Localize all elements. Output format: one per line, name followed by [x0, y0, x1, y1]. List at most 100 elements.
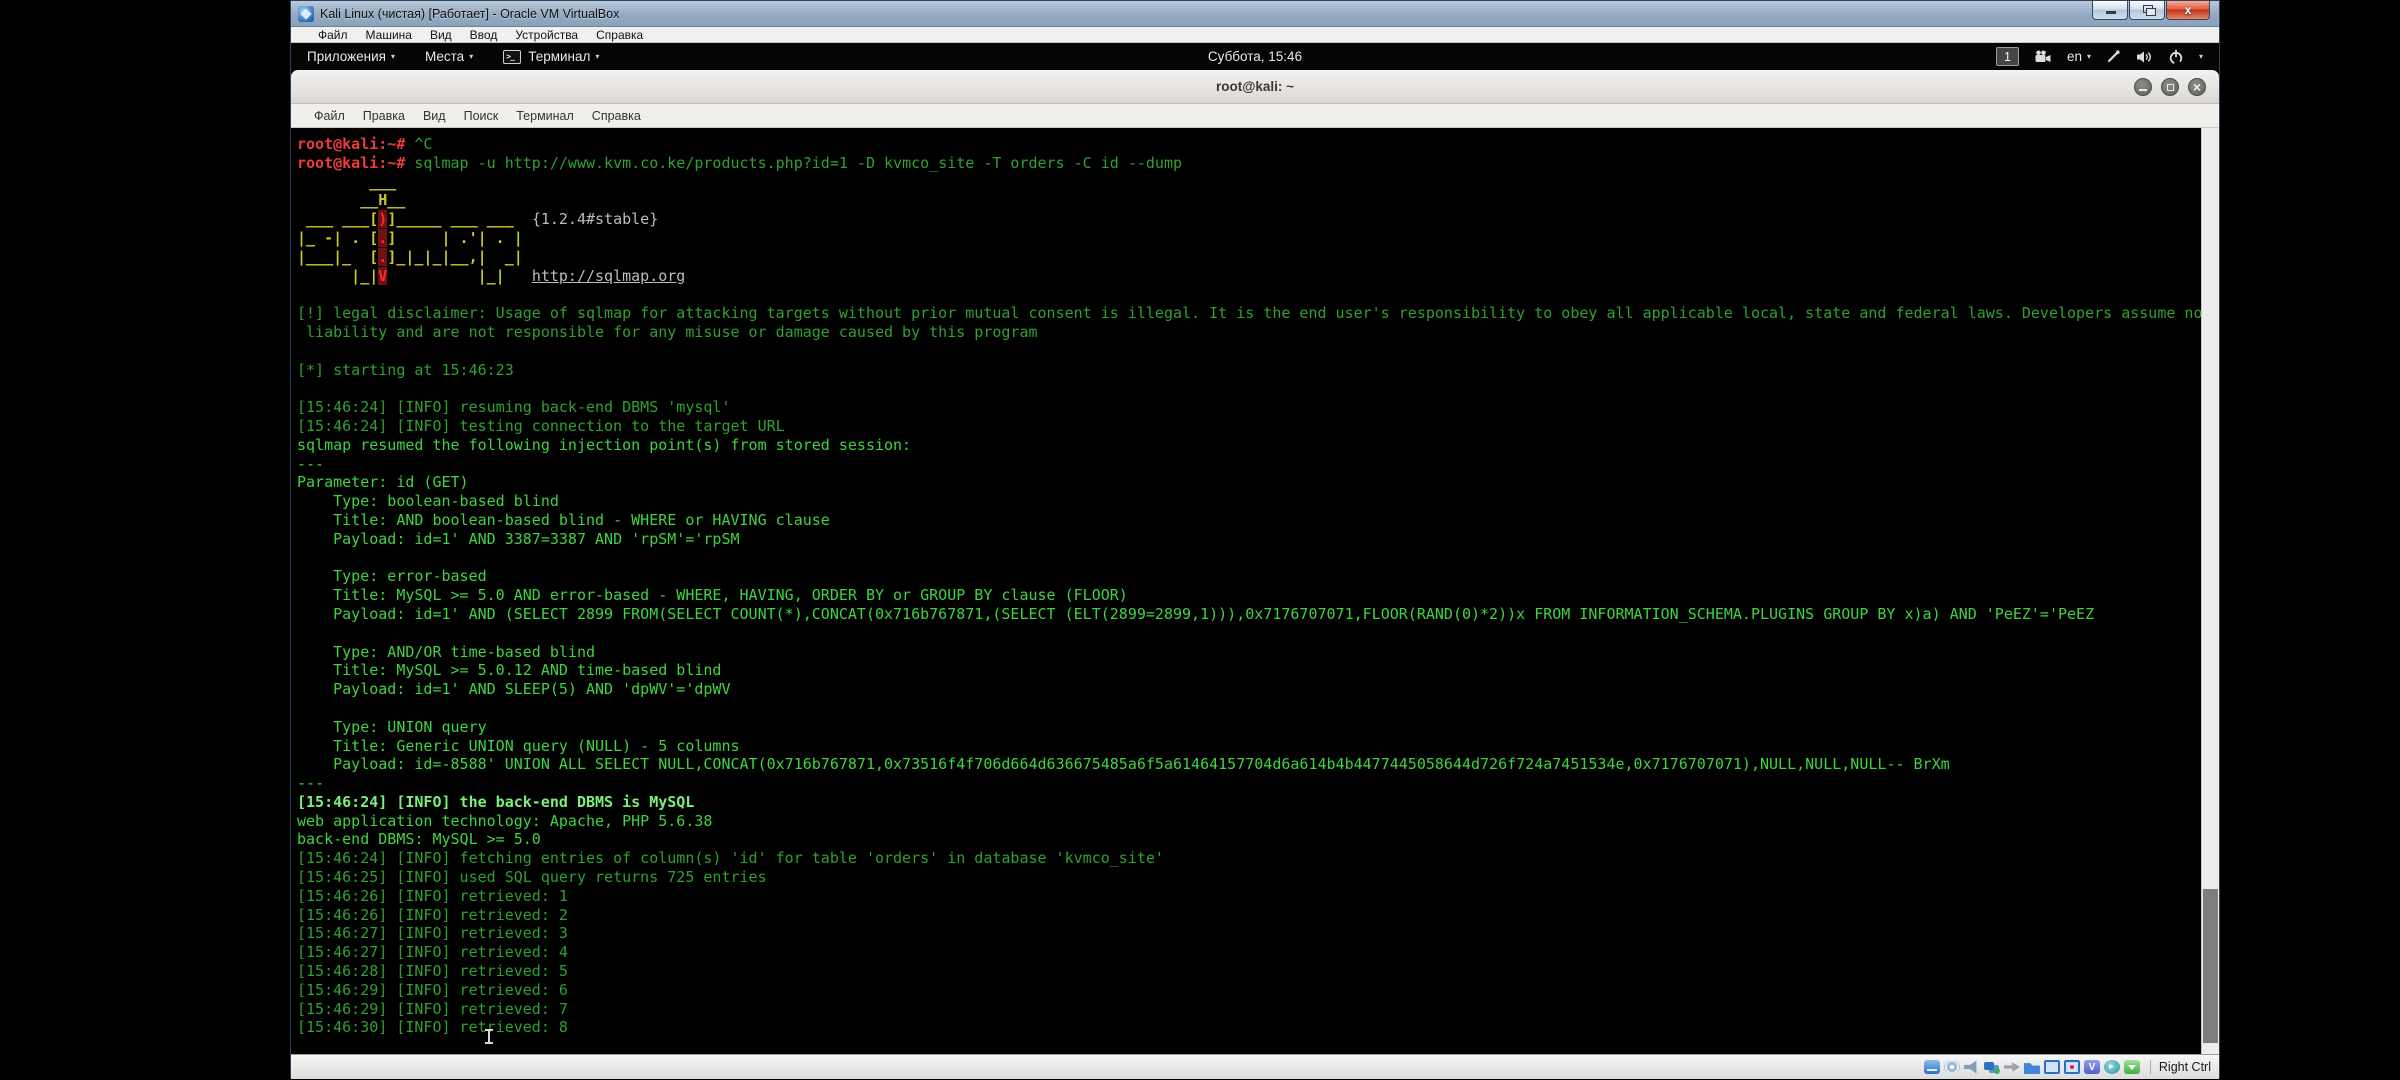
terminal-line: Type: AND/OR time-based blind — [297, 643, 2201, 662]
terminal-line: [15:46:26] [INFO] retrieved: 2 — [297, 906, 2201, 925]
terminal-line: --- — [297, 455, 2201, 474]
chevron-down-icon[interactable]: ▾ — [2199, 52, 2203, 61]
terminal-menu-search[interactable]: Поиск — [455, 109, 508, 123]
terminal-minimize-button[interactable] — [2134, 78, 2152, 96]
terminal-line: ___ ___[)]_____ ___ ___ {1.2.4#stable} — [297, 210, 2201, 229]
minimize-button[interactable] — [2092, 1, 2128, 20]
keyboard-layout-menu[interactable]: en ▾ — [2067, 49, 2091, 64]
terminal-line: root@kali:~# ^C — [297, 135, 2201, 154]
terminal-line: Type: UNION query — [297, 718, 2201, 737]
terminal-line: Payload: id=1' AND (SELECT 2899 FROM(SEL… — [297, 605, 2201, 624]
chevron-down-icon: ▾ — [595, 52, 599, 61]
features-icon[interactable] — [2084, 1060, 2100, 1074]
terminal-menu-file[interactable]: Файл — [305, 109, 354, 123]
camera-icon[interactable] — [2034, 50, 2052, 63]
terminal-line: __H__ — [297, 191, 2201, 210]
volume-icon[interactable] — [2136, 50, 2153, 64]
terminal-app-menu[interactable]: Терминал ▾ — [503, 49, 599, 64]
applications-label: Приложения — [307, 49, 386, 64]
terminal-line: liability and are not responsible for an… — [297, 323, 2201, 342]
network-icon[interactable] — [1984, 1060, 2000, 1074]
terminal-line: back-end DBMS: MySQL >= 5.0 — [297, 830, 2201, 849]
terminal-line — [297, 699, 2201, 718]
terminal-menu-help[interactable]: Справка — [583, 109, 650, 123]
chevron-down-icon: ▾ — [2087, 52, 2091, 61]
power-icon[interactable] — [2168, 49, 2184, 65]
chevron-down-icon: ▾ — [391, 52, 395, 61]
terminal-line: Parameter: id (GET) — [297, 473, 2201, 492]
virtualbox-window: Kali Linux (чистая) [Работает] - Oracle … — [290, 0, 2220, 1078]
menu-devices[interactable]: Устройства — [506, 28, 587, 42]
places-label: Места — [425, 49, 464, 64]
terminal-window-controls — [2134, 78, 2206, 96]
terminal-line: root@kali:~# sqlmap -u http://www.kvm.co… — [297, 154, 2201, 173]
terminal-screen[interactable]: root@kali:~# ^Croot@kali:~# sqlmap -u ht… — [291, 128, 2219, 1054]
scrollbar-thumb[interactable] — [2203, 889, 2218, 1043]
terminal-line: [15:46:28] [INFO] retrieved: 5 — [297, 962, 2201, 981]
terminal-line: [!] legal disclaimer: Usage of sqlmap fo… — [297, 304, 2201, 323]
terminal-line: ___ — [297, 173, 2201, 192]
menu-view[interactable]: Вид — [421, 28, 461, 42]
panel-left: Приложения ▾ Места ▾ Терминал ▾ — [307, 49, 599, 64]
terminal-line: [15:46:27] [INFO] retrieved: 3 — [297, 924, 2201, 943]
terminal-line: Payload: id=1' AND SLEEP(5) AND 'dpWV'='… — [297, 680, 2201, 699]
terminal-line: [15:46:24] [INFO] testing connection to … — [297, 417, 2201, 436]
terminal-menu-edit[interactable]: Правка — [354, 109, 414, 123]
terminal-close-button[interactable] — [2188, 78, 2206, 96]
terminal-line: Title: Generic UNION query (NULL) - 5 co… — [297, 737, 2201, 756]
terminal-line: [15:46:29] [INFO] retrieved: 7 — [297, 1000, 2201, 1019]
keyboard-layout-label: en — [2067, 49, 2082, 64]
terminal-line: [15:46:24] [INFO] fetching entries of co… — [297, 849, 2201, 868]
terminal-line: --- — [297, 774, 2201, 793]
terminal-maximize-button[interactable] — [2161, 78, 2179, 96]
menu-machine[interactable]: Машина — [357, 28, 421, 42]
terminal-line: Payload: id=-8588' UNION ALL SELECT NULL… — [297, 755, 2201, 774]
restore-button[interactable] — [2129, 1, 2165, 20]
terminal-line: Payload: id=1' AND 3387=3387 AND 'rpSM'=… — [297, 530, 2201, 549]
terminal-titlebar[interactable]: root@kali: ~ — [291, 70, 2219, 104]
window-title: Kali Linux (чистая) [Работает] - Oracle … — [320, 7, 619, 21]
video-capture-icon[interactable] — [2064, 1060, 2080, 1074]
chevron-down-icon: ▾ — [469, 52, 473, 61]
terminal-line — [297, 285, 2201, 304]
terminal-line: [15:46:26] [INFO] retrieved: 1 — [297, 887, 2201, 906]
hard-disks-icon[interactable] — [1924, 1060, 1940, 1074]
terminal-line: |___|_ [.]_|_|_|__,| _| — [297, 248, 2201, 267]
menu-input[interactable]: Ввод — [461, 28, 507, 42]
close-button[interactable]: x — [2166, 1, 2210, 20]
shared-folders-icon[interactable] — [2024, 1060, 2040, 1074]
terminal-line: web application technology: Apache, PHP … — [297, 812, 2201, 831]
workspace-indicator[interactable]: 1 — [1996, 47, 2019, 66]
audio-icon[interactable] — [1964, 1060, 1980, 1074]
terminal-line: [15:46:29] [INFO] retrieved: 6 — [297, 981, 2201, 1000]
terminal-line: [15:46:27] [INFO] retrieved: 4 — [297, 943, 2201, 962]
menu-file[interactable]: Файл — [309, 28, 357, 42]
clock-menu[interactable]: Суббота, 15:46 — [1208, 49, 1302, 64]
places-menu[interactable]: Места ▾ — [425, 49, 473, 64]
terminal-line: |_|V |_| http://sqlmap.org — [297, 267, 2201, 286]
display-icon[interactable] — [2044, 1060, 2060, 1074]
terminal-line: [15:46:24] [INFO] the back-end DBMS is M… — [297, 793, 2201, 812]
terminal-line — [297, 624, 2201, 643]
gnome-top-panel: Приложения ▾ Места ▾ Терминал ▾ Суббота,… — [291, 43, 2219, 70]
terminal-menu-view[interactable]: Вид — [414, 109, 455, 123]
usb-devices-icon[interactable] — [2004, 1060, 2020, 1074]
terminal-line: sqlmap resumed the following injection p… — [297, 436, 2201, 455]
terminal-icon — [503, 50, 521, 64]
optical-drives-icon[interactable] — [1944, 1060, 1960, 1074]
terminal-menu-terminal[interactable]: Терминал — [507, 109, 583, 123]
panel-right: 1 en ▾ — [1996, 47, 2203, 66]
terminal-line: Type: boolean-based blind — [297, 492, 2201, 511]
terminal-line: [15:46:24] [INFO] resuming back-end DBMS… — [297, 398, 2201, 417]
terminal-scrollbar[interactable] — [2201, 128, 2219, 1054]
tools-icon[interactable] — [2106, 49, 2121, 64]
terminal-line: [15:46:30] [INFO] retrieved: 8 — [297, 1018, 2201, 1037]
terminal-output: root@kali:~# ^Croot@kali:~# sqlmap -u ht… — [291, 128, 2201, 1054]
menu-help[interactable]: Справка — [587, 28, 652, 42]
terminal-line: Title: AND boolean-based blind - WHERE o… — [297, 511, 2201, 530]
applications-menu[interactable]: Приложения ▾ — [307, 49, 395, 64]
terminal-line: Title: MySQL >= 5.0.12 AND time-based bl… — [297, 661, 2201, 680]
mouse-integration-icon[interactable] — [2104, 1060, 2120, 1074]
virtualbox-titlebar[interactable]: Kali Linux (чистая) [Работает] - Oracle … — [291, 1, 2219, 27]
keyboard-icon[interactable] — [2124, 1060, 2140, 1074]
